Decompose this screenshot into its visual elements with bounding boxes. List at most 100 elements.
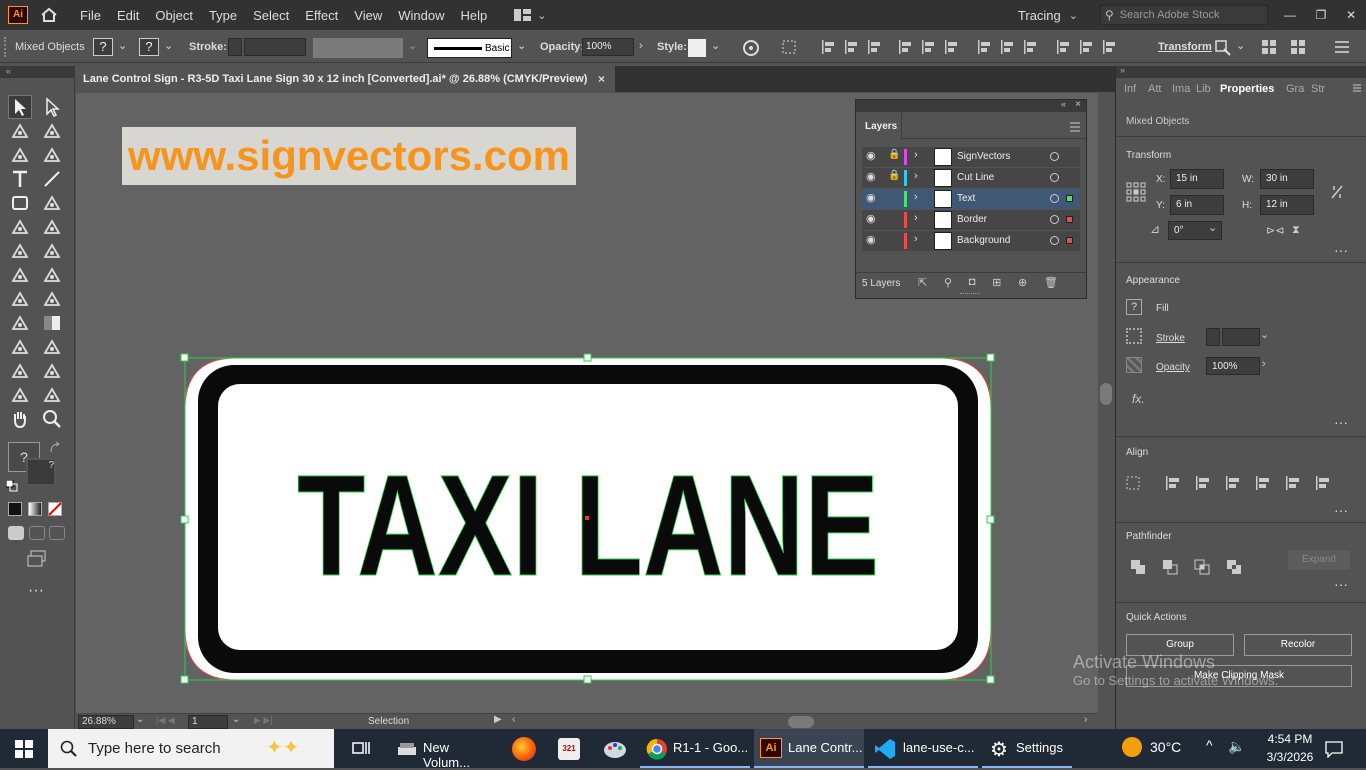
panel-menu-icon[interactable] <box>1352 84 1362 92</box>
expand-layer-icon[interactable]: › <box>914 191 918 203</box>
align-top-icon[interactable] <box>897 39 913 55</box>
workspace-switcher[interactable]: Tracing <box>1018 8 1061 23</box>
align-right-icon[interactable] <box>866 39 882 55</box>
layer-name[interactable]: Background <box>957 235 1010 246</box>
scroll-right-icon[interactable]: › <box>1084 714 1087 725</box>
layer-row[interactable]: ◉ › Text <box>862 189 1080 209</box>
more-options-icon[interactable]: ··· <box>1334 576 1348 592</box>
layer-name[interactable]: Cut Line <box>957 172 994 183</box>
taskbar-search-box[interactable]: Type here to search ✦✦ <box>48 729 334 768</box>
media-player-icon[interactable]: 321 <box>558 738 580 760</box>
layers-tab[interactable]: Layers <box>856 112 902 140</box>
clock-date[interactable]: 3/3/2026 <box>1260 750 1320 764</box>
taskbar-app-file-explorer[interactable]: New Volum... <box>392 729 498 770</box>
collect-export-icon[interactable]: ⇱ <box>918 276 927 290</box>
hand-tool-icon[interactable] <box>9 408 31 430</box>
new-layer-icon[interactable]: ⊕ <box>1018 276 1027 290</box>
temperature[interactable]: 30°C <box>1150 739 1181 755</box>
stroke-stepper[interactable] <box>1206 328 1220 346</box>
align-left-icon[interactable] <box>1164 475 1182 491</box>
chevron-down-icon[interactable]: ⌄ <box>1069 9 1078 22</box>
menu-help[interactable]: Help <box>452 8 495 23</box>
close-icon[interactable]: × <box>1075 99 1081 110</box>
restore-icon[interactable]: ❐ <box>1316 8 1327 22</box>
chevron-down-icon[interactable]: ⌄ <box>1208 221 1217 234</box>
opacity-label[interactable]: Opacity <box>1156 362 1190 373</box>
transform-link[interactable]: Transform <box>1158 41 1212 53</box>
windows-start-icon[interactable] <box>15 740 33 758</box>
locate-object-icon[interactable]: ⚲ <box>944 276 952 290</box>
layer-row[interactable]: ◉ 🔒 › Cut Line <box>862 168 1080 188</box>
scroll-left-icon[interactable]: ‹ <box>512 714 515 725</box>
selection-indicator[interactable] <box>1066 195 1073 202</box>
type-tool-icon[interactable] <box>9 168 31 190</box>
chevron-down-icon[interactable]: ⌄ <box>711 39 720 52</box>
artboard-input[interactable]: 1 <box>188 715 228 729</box>
chevron-down-icon[interactable]: ⌄ <box>1236 39 1245 52</box>
stroke-color-swatch[interactable]: ? <box>26 458 56 486</box>
target-icon[interactable] <box>1050 236 1059 245</box>
expand-button[interactable]: Expand <box>1288 550 1350 570</box>
more-options-icon[interactable]: ··· <box>1334 242 1348 258</box>
edit-toolbar-icon[interactable]: ··· <box>28 582 44 600</box>
layer-row[interactable]: ◉ 🔒 › SignVectors <box>862 147 1080 167</box>
app-logo[interactable]: Ai <box>8 6 28 24</box>
distribute-middle-icon[interactable] <box>999 39 1015 55</box>
align-center-icon[interactable] <box>843 39 859 55</box>
new-sublayer-icon[interactable]: ⊞ <box>992 276 1001 290</box>
draw-behind-icon[interactable] <box>29 526 45 540</box>
blend-tool-icon[interactable] <box>41 336 63 358</box>
expand-layer-icon[interactable]: › <box>914 233 918 245</box>
intersect-icon[interactable] <box>1194 559 1210 575</box>
vertical-scrollbar[interactable] <box>1098 93 1114 713</box>
scale-tool-icon[interactable] <box>41 240 63 262</box>
selection-indicator[interactable] <box>1066 237 1073 244</box>
layer-row[interactable]: ◉ › Background <box>862 231 1080 251</box>
chevron-down-icon[interactable]: ⌄ <box>164 39 173 52</box>
grid-icon[interactable] <box>1291 40 1305 54</box>
stroke-label[interactable]: Stroke <box>1156 333 1185 344</box>
swap-colors-icon[interactable] <box>49 442 61 454</box>
taskbar-app-vscode[interactable]: lane-use-c... <box>868 729 978 768</box>
home-icon[interactable] <box>40 7 58 23</box>
x-input[interactable]: 15 in <box>1170 169 1224 189</box>
free-transform-tool-icon[interactable] <box>41 264 63 286</box>
fill-swatch[interactable]: ? <box>1126 299 1142 315</box>
volume-icon[interactable]: 🔈 <box>1228 738 1245 755</box>
target-icon[interactable] <box>1050 173 1059 182</box>
task-view-icon[interactable] <box>352 740 370 756</box>
gradient-tool-icon[interactable] <box>41 312 63 334</box>
collapse-panel-icon[interactable]: « <box>1061 99 1066 109</box>
y-input[interactable]: 6 in <box>1170 195 1224 215</box>
stroke-swatch[interactable]: ? <box>139 38 159 56</box>
arrange-documents-icon[interactable] <box>513 8 533 22</box>
chevron-down-icon[interactable]: ⌄ <box>537 9 546 22</box>
close-icon[interactable]: × <box>598 72 605 86</box>
visibility-eye-icon[interactable]: ◉ <box>866 170 876 183</box>
align-bottom-icon[interactable] <box>1314 475 1332 491</box>
chevron-down-icon[interactable]: ⌄ <box>118 39 127 52</box>
stroke-stepper[interactable] <box>228 38 242 56</box>
target-icon[interactable] <box>1050 215 1059 224</box>
chevron-down-icon[interactable]: ⌄ <box>517 39 526 52</box>
firefox-icon[interactable] <box>512 737 536 761</box>
column-graph-tool-icon[interactable] <box>41 360 63 382</box>
default-colors-icon[interactable] <box>6 480 18 492</box>
more-options-icon[interactable]: ··· <box>1334 502 1348 518</box>
collapse-icon[interactable]: « <box>0 66 75 78</box>
panel-tab-inf[interactable]: Inf <box>1124 83 1136 95</box>
menu-edit[interactable]: Edit <box>109 8 147 23</box>
menu-select[interactable]: Select <box>245 8 297 23</box>
panel-header[interactable]: » <box>1116 65 1366 78</box>
rotate-tool-icon[interactable] <box>9 240 31 262</box>
minimize-icon[interactable]: — <box>1284 8 1296 22</box>
menu-file[interactable]: File <box>72 8 109 23</box>
symbol-sprayer-tool-icon[interactable] <box>9 360 31 382</box>
delete-icon[interactable]: 🗑 <box>1044 276 1058 290</box>
draw-inside-icon[interactable] <box>49 526 65 540</box>
next-artboard-icon[interactable]: ▶ ▶| <box>254 715 273 726</box>
fill-swatch[interactable]: ? <box>93 38 113 56</box>
align-top-icon[interactable] <box>1254 475 1272 491</box>
expand-layer-icon[interactable]: › <box>914 149 918 161</box>
direct-selection-tool-icon[interactable] <box>41 96 63 118</box>
